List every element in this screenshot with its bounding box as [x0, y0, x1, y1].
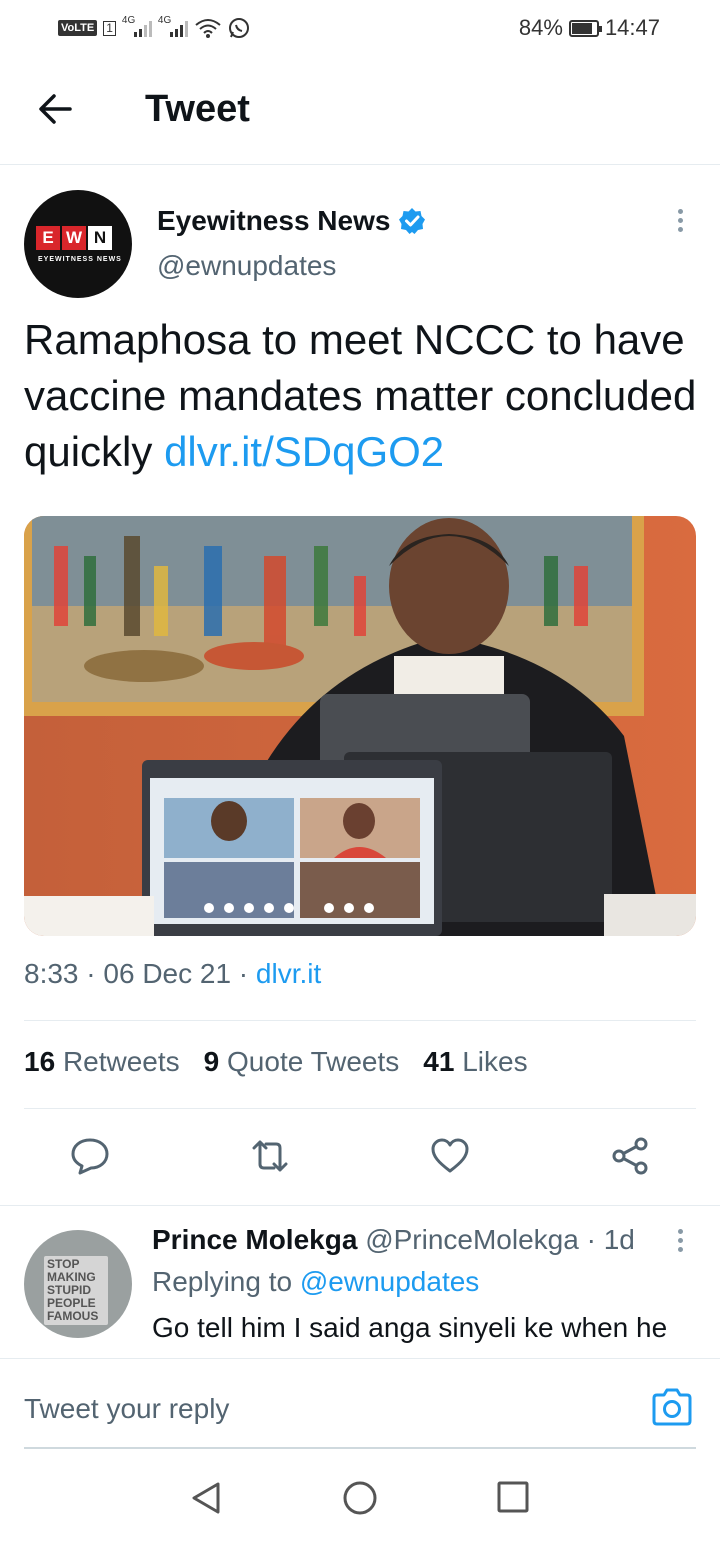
- divider: [0, 1205, 720, 1206]
- divider: [24, 1020, 696, 1021]
- verified-badge-icon: [399, 208, 426, 234]
- volte-badge: VoLTE: [58, 20, 98, 36]
- signal-icon: 4G: [158, 15, 188, 37]
- status-left: VoLTE 1 4G 4G: [58, 14, 250, 42]
- likes-stat[interactable]: 41 Likes: [423, 1046, 527, 1078]
- reply-underline: [24, 1447, 696, 1449]
- system-nav-bar: [0, 1450, 720, 1541]
- share-icon[interactable]: [610, 1136, 650, 1176]
- replying-to: Replying to @ewnupdates: [152, 1266, 479, 1298]
- quote-tweets-stat[interactable]: 9 Quote Tweets: [204, 1046, 400, 1078]
- more-options-icon[interactable]: [672, 1226, 688, 1260]
- replying-to-label: Replying to: [152, 1266, 293, 1297]
- clock: 14:47: [604, 15, 660, 40]
- status-bar: VoLTE 1 4G 4G 84% 14:47: [0, 0, 720, 56]
- separator: ·: [231, 958, 256, 989]
- reply-bar: Tweet your reply: [0, 1358, 720, 1449]
- tweet-source-link[interactable]: dlvr.it: [256, 958, 321, 989]
- reply-icon[interactable]: [70, 1136, 110, 1176]
- camera-icon[interactable]: [650, 1387, 694, 1427]
- like-icon[interactable]: [430, 1136, 470, 1176]
- author-name-text: Eyewitness News: [157, 205, 391, 236]
- nav-recents-icon[interactable]: [496, 1480, 530, 1514]
- divider: [24, 1108, 696, 1109]
- signal-icon: 4G: [122, 15, 152, 37]
- ewn-logo: E W N: [36, 226, 112, 250]
- battery-icon: [568, 19, 602, 37]
- reply-author-name: Prince Molekga: [152, 1224, 358, 1255]
- tweet-link[interactable]: dlvr.it/SDqGO2: [164, 428, 444, 475]
- reply-age: · 1d: [586, 1224, 635, 1255]
- page-title: Tweet: [145, 88, 250, 130]
- reply-avatar[interactable]: STOP MAKING STUPID PEOPLE FAMOUS: [24, 1230, 132, 1338]
- whatsapp-icon: [228, 18, 249, 38]
- reply-author-handle: @PrinceMolekga: [365, 1224, 579, 1255]
- ewn-tagline: EYEWITNESS NEWS: [38, 256, 122, 263]
- retweet-icon[interactable]: [250, 1136, 290, 1176]
- avatar-sign: STOP MAKING STUPID PEOPLE FAMOUS: [44, 1256, 108, 1325]
- wifi-icon: [195, 19, 221, 38]
- tweet-text: Ramaphosa to meet NCCC to have vaccine m…: [24, 312, 704, 480]
- arrow-left-icon[interactable]: [36, 89, 76, 129]
- status-right: 84% 14:47: [519, 14, 660, 42]
- header: Tweet: [0, 56, 720, 165]
- tweet-stats: 16 Retweets 9 Quote Tweets 41 Likes: [24, 1046, 528, 1078]
- reply-author[interactable]: Prince Molekga @PrinceMolekga · 1d: [152, 1224, 635, 1256]
- nav-home-icon[interactable]: [342, 1480, 378, 1516]
- author-name[interactable]: Eyewitness News: [157, 205, 426, 237]
- author-handle[interactable]: @ewnupdates: [157, 250, 336, 282]
- tweet-photo[interactable]: [24, 516, 696, 936]
- tweet-time: 8:33: [24, 958, 79, 989]
- battery-percent: 84%: [518, 15, 563, 40]
- reply-input[interactable]: Tweet your reply: [24, 1393, 229, 1425]
- separator: ·: [78, 958, 104, 989]
- reply-text: Go tell him I said anga sinyeli ke when …: [152, 1312, 668, 1343]
- nav-back-icon[interactable]: [188, 1480, 224, 1516]
- sim-badge: 1: [103, 20, 116, 36]
- tweet-timestamp: 8:33 · 06 Dec 21 · dlvr.it: [24, 958, 321, 990]
- avatar[interactable]: E W N EYEWITNESS NEWS: [24, 190, 132, 298]
- replying-to-handle[interactable]: @ewnupdates: [300, 1266, 479, 1297]
- tweet-date: 06 Dec 21: [103, 958, 232, 989]
- more-options-icon[interactable]: [670, 206, 690, 240]
- retweets-stat[interactable]: 16 Retweets: [24, 1046, 180, 1078]
